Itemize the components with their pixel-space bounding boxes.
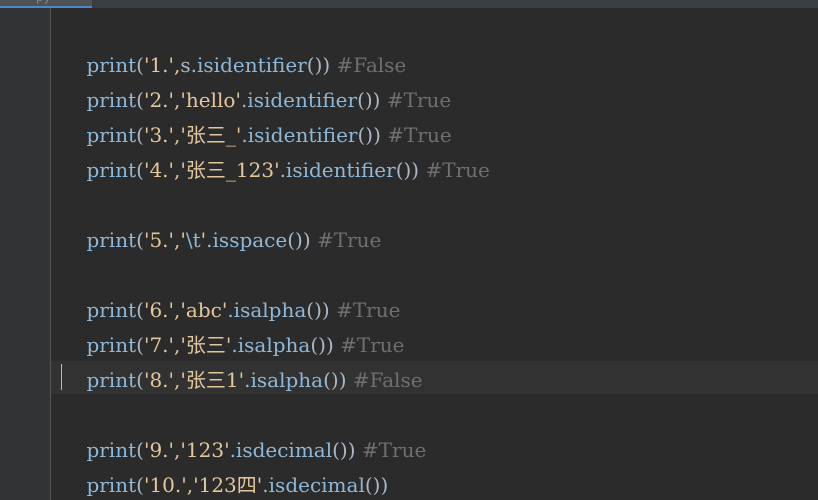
call-parens: () <box>395 158 412 182</box>
paren: ( <box>136 158 144 182</box>
call-parens: () <box>287 228 303 252</box>
paren: ) <box>302 228 311 252</box>
code-line-2[interactable]: print('2.','hello'.isidentifier()) #True <box>61 48 451 112</box>
code-line-7[interactable]: print('7.','张三'.isalpha()) #True <box>61 293 404 357</box>
code-line-8[interactable]: print('8.','张三1'.isalpha()) #False <box>61 328 422 392</box>
string-literal: 4. <box>149 158 169 182</box>
separator: ',' <box>168 228 186 252</box>
comment: #False <box>352 368 423 392</box>
string-literal: 张三1 <box>185 368 239 392</box>
code-line-6[interactable]: print('6.','abc'.isalpha()) #True <box>61 258 400 322</box>
string-literal: 张三_123 <box>185 158 275 182</box>
call-parens: () <box>323 368 339 392</box>
separator: ',' <box>181 473 199 497</box>
code-line-5[interactable]: print('5.','\t'.isspace()) #True <box>61 188 381 252</box>
builtin-print: print <box>86 368 137 392</box>
string-literal: 10. <box>149 473 182 497</box>
method-name: .isdecimal <box>262 473 365 497</box>
comment: #True <box>425 158 490 182</box>
method-name: .isidentifier <box>279 158 396 182</box>
builtin-print: print <box>86 473 137 497</box>
method-name: .isspace <box>206 228 288 252</box>
paren: ) <box>380 473 389 497</box>
paren: ( <box>136 228 144 252</box>
comment: #True <box>317 228 382 252</box>
code-line-3[interactable]: print('3.','张三_'.isidentifier()) #True <box>61 83 451 147</box>
editor-tab-label: py <box>36 0 51 4</box>
separator: ',' <box>168 158 186 182</box>
paren: ) <box>338 368 347 392</box>
paren: ( <box>136 368 144 392</box>
code-line-10[interactable]: print('10.','123四'.isdecimal()) <box>61 433 388 497</box>
string-literal: 123四 <box>198 473 257 497</box>
builtin-print: print <box>86 228 137 252</box>
tab-strip: py <box>0 0 818 8</box>
code-editor[interactable]: py print('1.',s.isidentifier()) #False p… <box>0 0 818 500</box>
editor-tab[interactable]: py <box>0 0 92 8</box>
call-parens: () <box>364 473 381 497</box>
string-literal: 8. <box>149 368 169 392</box>
paren: ) <box>411 158 420 182</box>
code-line-9[interactable]: print('9.','123'.isdecimal()) #True <box>61 398 426 462</box>
line-gutter[interactable] <box>0 8 51 500</box>
code-line-1[interactable]: print('1.',s.isidentifier()) #False <box>61 13 406 77</box>
paren: ( <box>136 473 144 497</box>
escape-sequence: \t <box>185 228 201 252</box>
builtin-print: print <box>86 158 137 182</box>
code-line-4[interactable]: print('4.','张三_123'.isidentifier()) #Tru… <box>61 118 489 182</box>
string-literal: 5. <box>149 228 169 252</box>
separator: ',' <box>168 368 186 392</box>
method-name: .isalpha <box>244 368 324 392</box>
